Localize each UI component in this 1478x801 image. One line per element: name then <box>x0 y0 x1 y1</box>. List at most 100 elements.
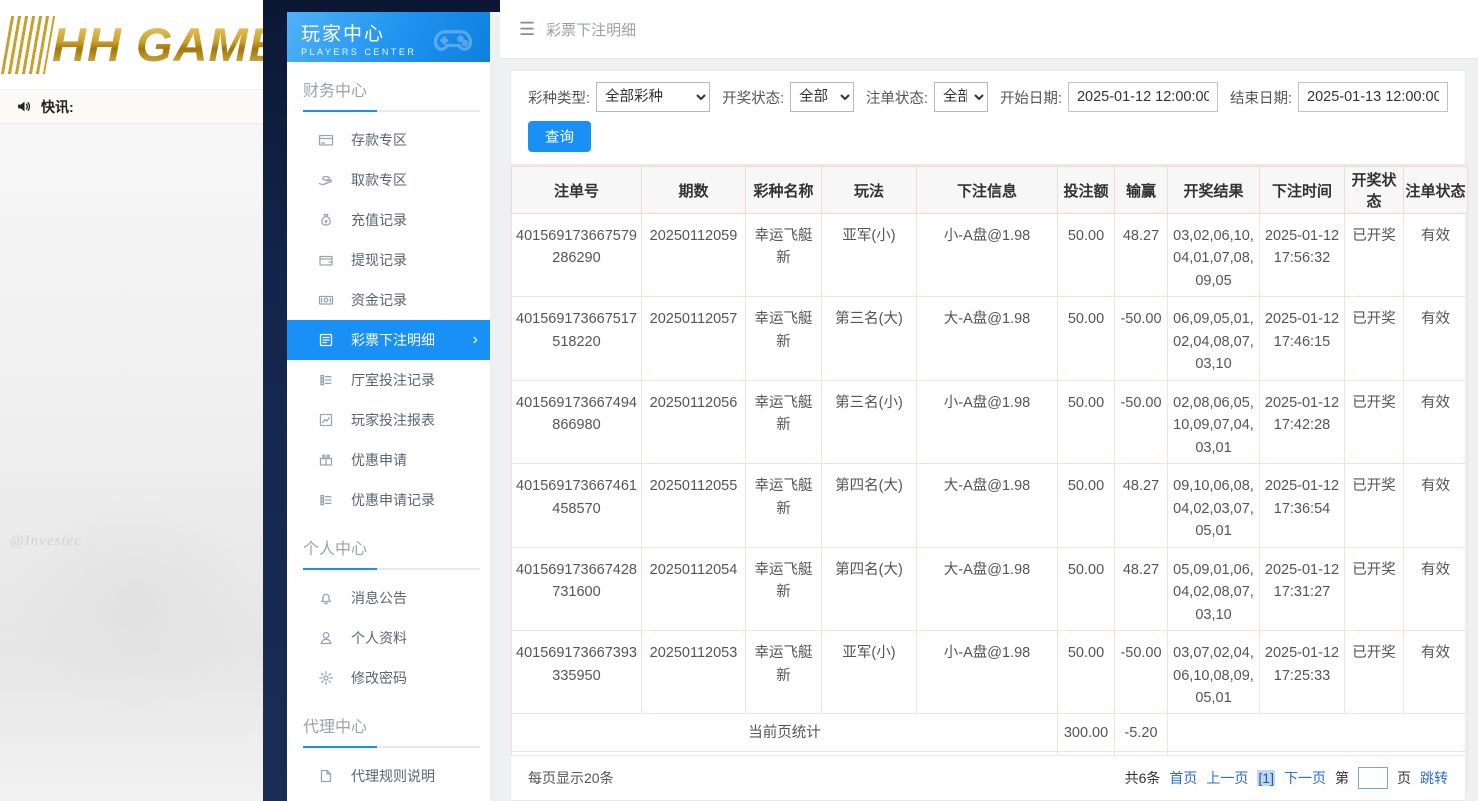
sidebar-item-recharge-records[interactable]: 充值记录 <box>287 200 490 240</box>
draw-status-select[interactable]: 全部 <box>790 82 854 112</box>
sidebar-item-promo-records[interactable]: 优惠申请记录 <box>287 480 490 520</box>
column-header: 下注时间 <box>1260 167 1345 214</box>
sidebar-item-profile[interactable]: 个人资料 <box>287 618 490 658</box>
page-number-input[interactable] <box>1358 767 1388 789</box>
table-cell: 亚军(小) <box>822 214 917 297</box>
table-cell: 06,09,05,01,02,04,08,07,03,10 <box>1168 297 1260 380</box>
table-cell: 03,07,02,04,06,10,08,09,05,01 <box>1168 631 1260 714</box>
sidebar-item-agent-rules[interactable]: 代理规则说明 <box>287 756 490 796</box>
first-page-link[interactable]: 首页 <box>1169 768 1197 788</box>
sidebar-item-label: 充值记录 <box>351 210 407 230</box>
sidebar-sections: 财务中心存款专区取款专区充值记录提现记录资金记录彩票下注明细›厅室投注记录玩家投… <box>287 77 490 801</box>
draw-status-label: 开奖状态: <box>722 87 784 108</box>
sidebar-item-announcements[interactable]: 消息公告 <box>287 578 490 618</box>
table-cell: 幸运飞艇新 <box>746 631 822 714</box>
table-cell: 20250112057 <box>642 297 746 380</box>
gamepad-icon <box>424 18 482 58</box>
table-row: 40156917366749486698020250112056幸运飞艇新第三名… <box>512 380 1468 463</box>
table-cell: 小-A盘@1.98 <box>917 631 1058 714</box>
table-cell: 大-A盘@1.98 <box>917 464 1058 547</box>
sidebar-item-withdrawal-records[interactable]: 提现记录 <box>287 240 490 280</box>
next-page-link[interactable]: 下一页 <box>1284 768 1326 788</box>
sidebar-item-hall-bet-records[interactable]: 厅室投注记录 <box>287 360 490 400</box>
sidebar-item-withdraw-zone[interactable]: 取款专区 <box>287 160 490 200</box>
table-cell: 05,09,01,06,04,02,08,07,03,10 <box>1168 547 1260 630</box>
page: HH GAME 快讯: @Investec 玩家中心 PLAYERS CENTE… <box>0 0 1478 801</box>
prev-page-link[interactable]: 上一页 <box>1206 768 1248 788</box>
table-cell: 2025-01-12 17:36:54 <box>1260 464 1345 547</box>
bets-table-panel: 注单号期数彩种名称玩法下注信息投注额输赢开奖结果下注时间开奖状态注单状态 401… <box>510 165 1466 791</box>
table-cell: -50.00 <box>1115 380 1168 463</box>
start-date-input[interactable] <box>1068 82 1218 112</box>
table-cell: 第三名(大) <box>822 297 917 380</box>
pagination-controls: 共6条 首页 上一页 [1] 下一页 第 页 跳转 <box>1125 767 1448 789</box>
table-cell: -50.00 <box>1115 297 1168 380</box>
current-page[interactable]: [1] <box>1257 770 1275 786</box>
sidebar-item-label: 玩家投注报表 <box>351 410 435 430</box>
announcements-icon <box>318 590 334 606</box>
table-cell: 2025-01-12 17:31:27 <box>1260 547 1345 630</box>
filter-panel: 彩种类型: 全部彩种 开奖状态: 全部 注单状态: 全部 开始日期: 结束日期:… <box>510 70 1466 165</box>
table-cell: 20250112054 <box>642 547 746 630</box>
page-title: 彩票下注明细 <box>546 19 636 40</box>
column-header: 玩法 <box>822 167 917 214</box>
table-cell: 有效 <box>1404 464 1468 547</box>
table-cell: 09,10,06,08,04,02,03,07,05,01 <box>1168 464 1260 547</box>
search-button[interactable]: 查询 <box>528 121 591 152</box>
column-header: 下注信息 <box>917 167 1058 214</box>
column-header: 期数 <box>642 167 746 214</box>
table-cell: 有效 <box>1404 631 1468 714</box>
sidebar-item-player-bet-report[interactable]: 玩家投注报表 <box>287 400 490 440</box>
bets-table: 注单号期数彩种名称玩法下注信息投注额输赢开奖结果下注时间开奖状态注单状态 401… <box>511 166 1468 790</box>
table-cell: 401569173667461458570 <box>512 464 642 547</box>
logo: HH GAME <box>0 0 263 90</box>
table-cell: 50.00 <box>1058 631 1115 714</box>
funds-records-icon <box>318 292 334 308</box>
sidebar-item-lottery-bet-details[interactable]: 彩票下注明细› <box>287 320 490 360</box>
column-header: 输赢 <box>1115 167 1168 214</box>
sidebar-section-title: 个人中心 <box>303 535 474 559</box>
sidebar-item-label: 优惠申请记录 <box>351 490 435 510</box>
table-body: 40156917366757928629020250112059幸运飞艇新亚军(… <box>512 214 1468 790</box>
promo-records-icon <box>318 492 334 508</box>
menu-toggle-icon[interactable]: ☰ <box>519 19 535 40</box>
table-cell: 有效 <box>1404 380 1468 463</box>
sidebar-item-funds-records[interactable]: 资金记录 <box>287 280 490 320</box>
table-row: 40156917366742873160020250112054幸运飞艇新第四名… <box>512 547 1468 630</box>
table-cell: 48.27 <box>1115 214 1168 297</box>
table-cell: 20250112055 <box>642 464 746 547</box>
summary-win-loss: -5.20 <box>1115 714 1168 752</box>
sidebar-item-change-password[interactable]: 修改密码 <box>287 658 490 698</box>
sidebar-item-label: 代理规则说明 <box>351 766 435 786</box>
logo-stripes-decoration <box>1 16 55 74</box>
table-cell: 401569173667428731600 <box>512 547 642 630</box>
speaker-icon <box>16 98 33 115</box>
sidebar-item-label: 个人资料 <box>351 628 407 648</box>
jump-link[interactable]: 跳转 <box>1420 768 1448 788</box>
sidebar-item-label: 修改密码 <box>351 668 407 688</box>
table-cell: 50.00 <box>1058 214 1115 297</box>
column-header: 注单号 <box>512 167 642 214</box>
topbar: ☰ 彩票下注明细 <box>500 0 1478 59</box>
sidebar-item-promo-apply[interactable]: 优惠申请 <box>287 440 490 480</box>
lottery-type-select[interactable]: 全部彩种 <box>596 82 710 112</box>
sidebar: 玩家中心 PLAYERS CENTER 财务中心存款专区取款专区充值记录提现记录… <box>287 12 490 801</box>
summary-row: 当前页统计300.00-5.20 <box>512 714 1468 752</box>
table-cell: 大-A盘@1.98 <box>917 547 1058 630</box>
promo-apply-icon <box>318 452 334 468</box>
total-count: 共6条 <box>1125 768 1161 788</box>
sidebar-item-agent-team-stats[interactable]: 代理团队统计 <box>287 796 490 801</box>
table-cell: 第四名(大) <box>822 464 917 547</box>
sidebar-item-deposit-zone[interactable]: 存款专区 <box>287 120 490 160</box>
dark-top-band <box>287 0 500 12</box>
table-cell: 48.27 <box>1115 547 1168 630</box>
bet-status-select[interactable]: 全部 <box>934 82 988 112</box>
table-row: 40156917366746145857020250112055幸运飞艇新第四名… <box>512 464 1468 547</box>
section-underline <box>303 110 480 112</box>
table-cell: 大-A盘@1.98 <box>917 297 1058 380</box>
table-cell: 20250112053 <box>642 631 746 714</box>
sidebar-item-label: 资金记录 <box>351 290 407 310</box>
pagination-bar: 每页显示20条 共6条 首页 上一页 [1] 下一页 第 页 跳转 <box>510 755 1466 801</box>
end-date-input[interactable] <box>1298 82 1448 112</box>
table-cell: 2025-01-12 17:56:32 <box>1260 214 1345 297</box>
